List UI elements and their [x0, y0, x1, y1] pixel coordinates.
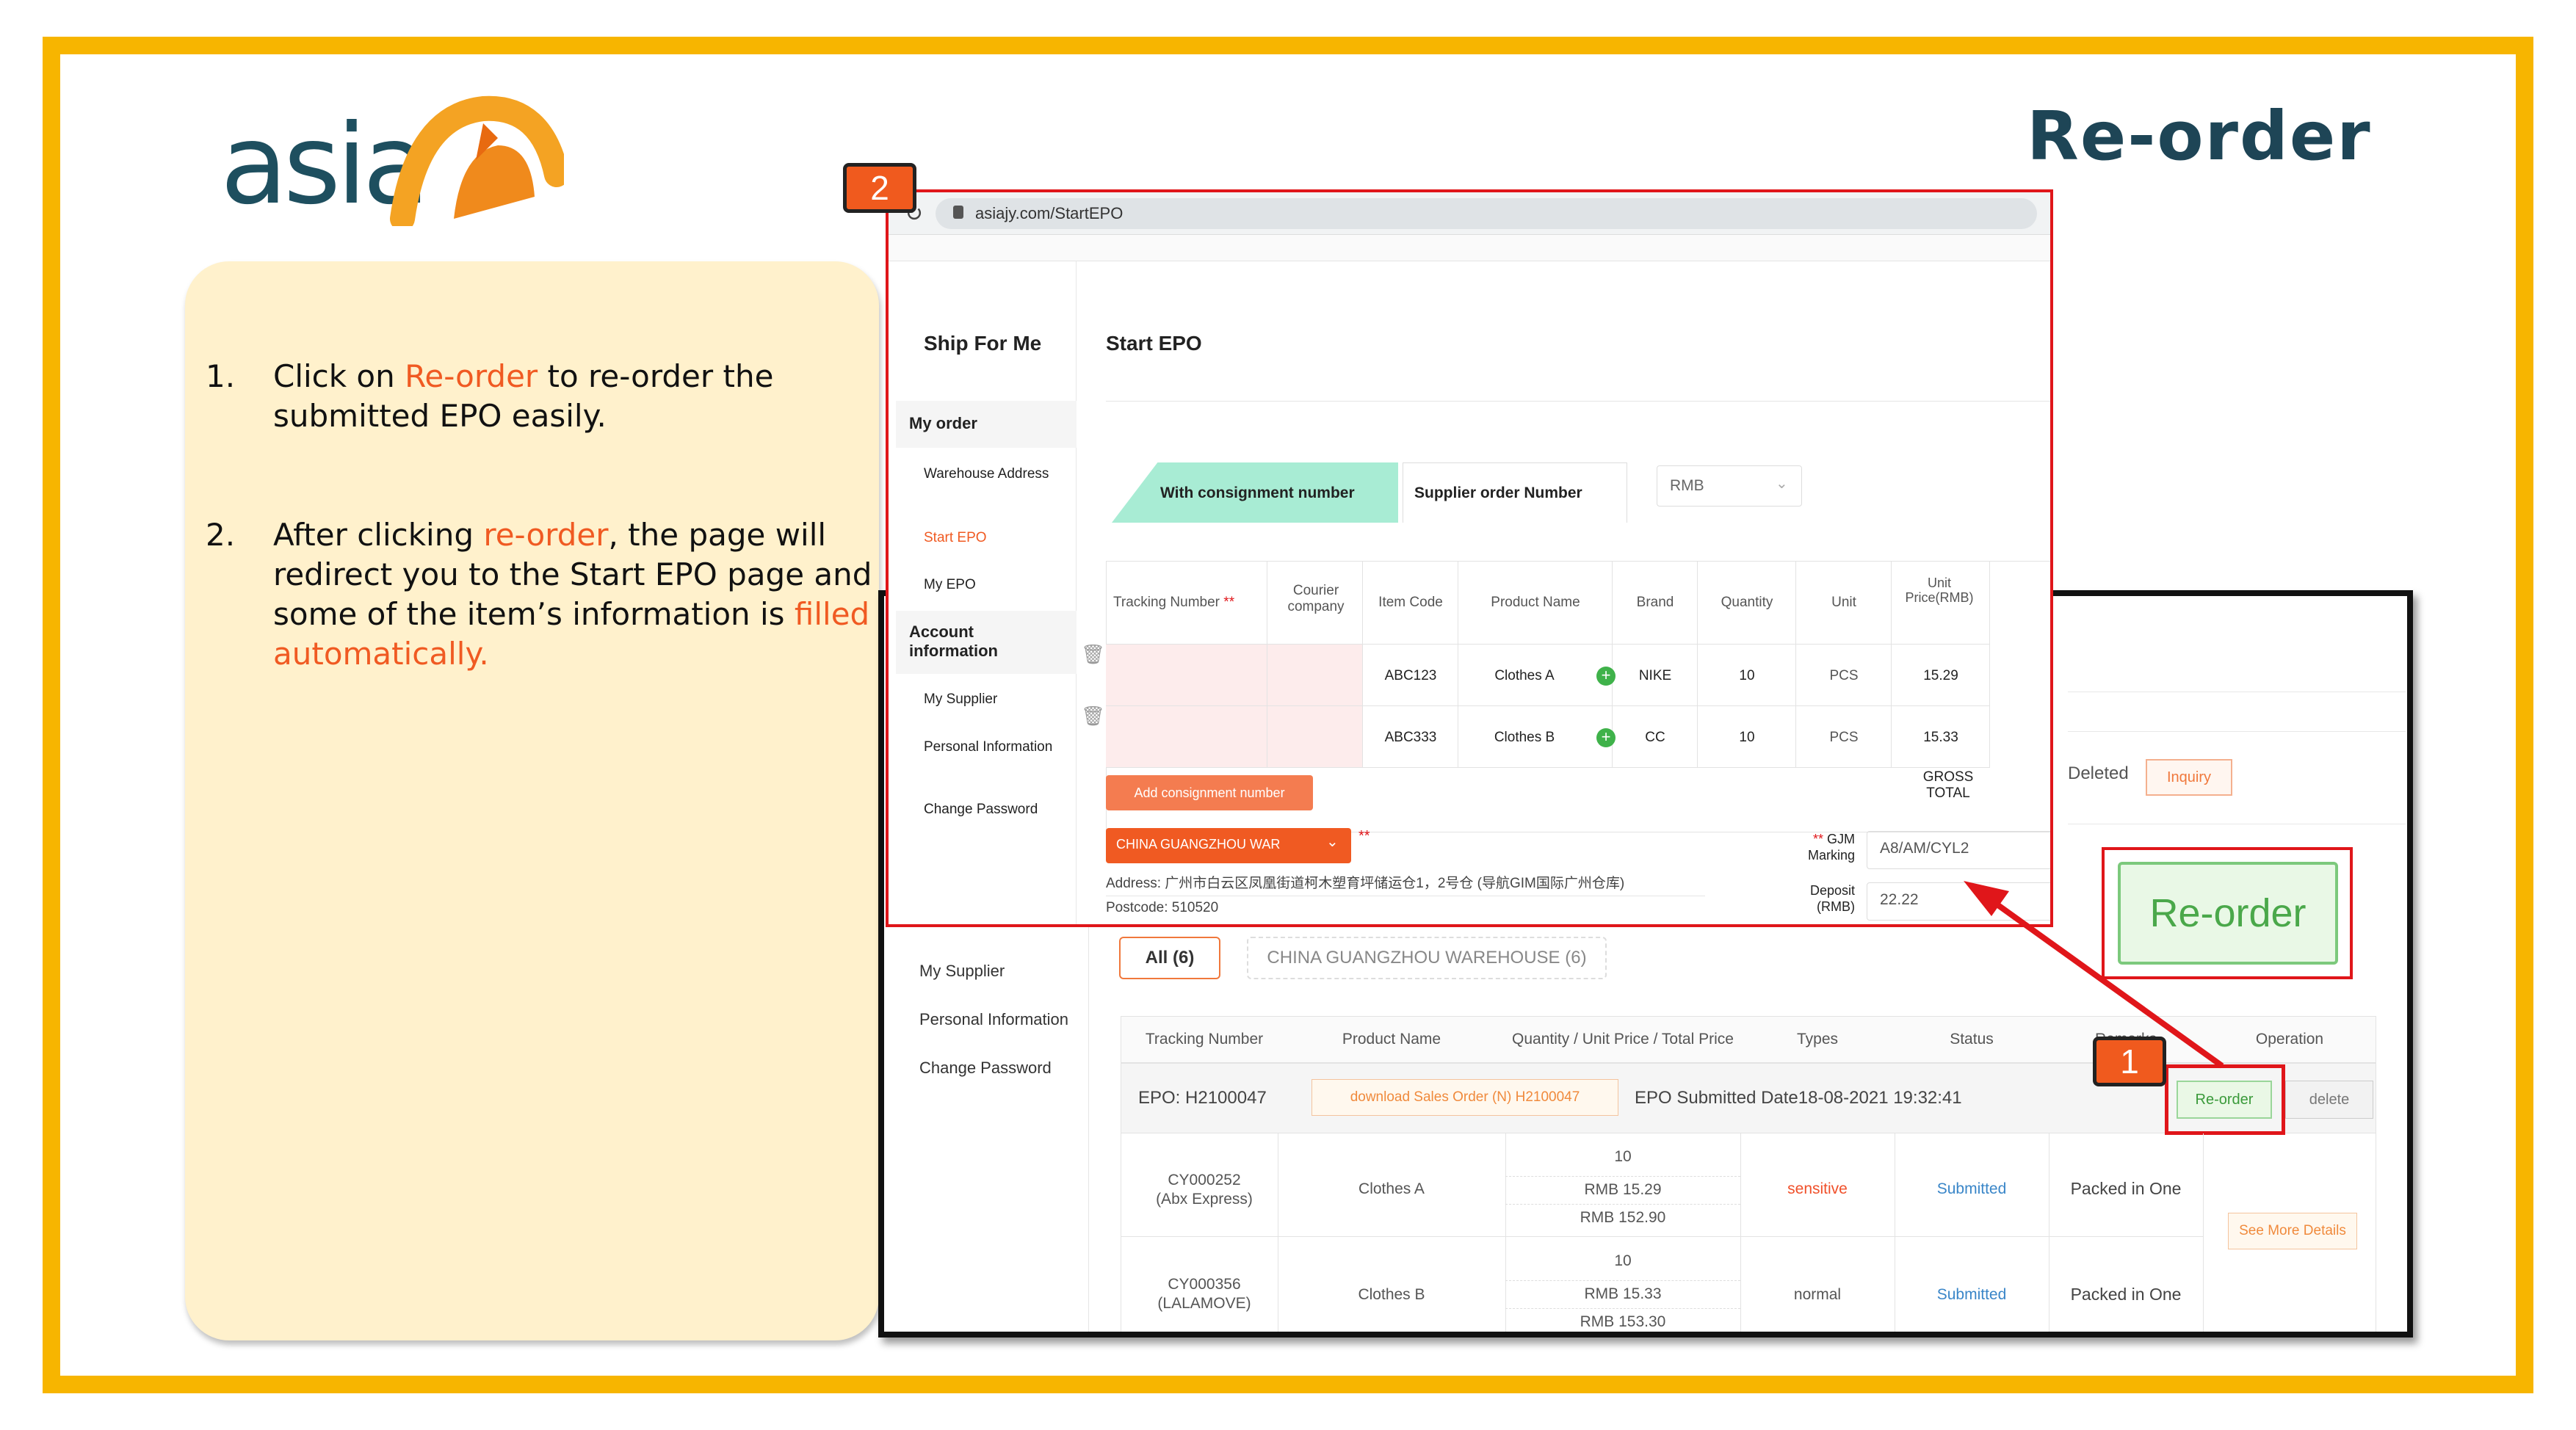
tab-supplier-order[interactable]: Supplier order Number — [1414, 484, 1582, 502]
row2-quantity[interactable]: 10 — [1698, 730, 1796, 746]
courier-input-1[interactable] — [1267, 645, 1363, 706]
row1-courier: (Abx Express) — [1156, 1191, 1253, 1208]
row1-product-name[interactable]: Clothes A — [1458, 668, 1591, 684]
step-text: After clicking — [273, 517, 484, 553]
sidebar-personal-info[interactable]: Personal Information — [924, 738, 1063, 756]
tab-warehouse[interactable]: CHINA GUANGZHOU WAREHOUSE (6) — [1247, 937, 1607, 979]
deposit-input[interactable]: 22.22 — [1880, 891, 1919, 909]
submitted-date: EPO Submitted Date18-08-2021 19:32:41 — [1635, 1088, 1962, 1108]
row2-item-code[interactable]: ABC333 — [1363, 730, 1458, 746]
row1-total: RMB 152.90 — [1505, 1204, 1740, 1227]
row2-product-name[interactable]: Clothes B — [1458, 730, 1591, 746]
row1-type: sensitive — [1787, 1180, 1848, 1197]
gross-total-label: GROSS TOTAL — [1922, 769, 1974, 801]
row1-remark: Packed in One — [2070, 1179, 2182, 1198]
url-bar[interactable]: asiajy.com/StartEPO — [975, 204, 1123, 223]
sidebar-warehouse-address[interactable]: Warehouse Address — [924, 465, 1063, 483]
deposit-label: Deposit (RMB) — [1809, 883, 1855, 914]
add-consignment-button[interactable]: Add consignment number — [1106, 775, 1313, 810]
sidebar-item-change-password[interactable]: Change Password — [919, 1059, 1052, 1078]
tracking-input-1[interactable] — [1106, 645, 1267, 706]
row2-courier: (LALAMOVE) — [1157, 1295, 1251, 1312]
see-more-details-button[interactable]: See More Details — [2228, 1213, 2357, 1249]
row2-type: normal — [1793, 1286, 1842, 1303]
row2-qty: 10 — [1614, 1252, 1632, 1269]
step-number: 1. — [206, 358, 236, 394]
step-text: Click on — [273, 358, 405, 394]
row1-quantity[interactable]: 10 — [1698, 668, 1796, 684]
download-sales-order-button[interactable]: download Sales Order (N) H2100047 — [1311, 1079, 1618, 1116]
col-unit-price: Unit Price(RMB) — [1905, 576, 1974, 605]
required-mark: ** — [1358, 828, 1370, 844]
sidebar-title: Ship For Me — [924, 332, 1042, 355]
row1-status: Submitted — [1936, 1180, 2007, 1197]
warehouse-address: Address: 广州市白云区凤凰街道柯木塑育坪储运仓1，2号仓 (导航GIM国… — [1106, 876, 1625, 891]
row2-remark: Packed in One — [2070, 1285, 2182, 1304]
sidebar-my-order[interactable]: My order — [909, 414, 977, 433]
sidebar-start-epo[interactable]: Start EPO — [924, 530, 987, 546]
chevron-down-icon: ⌄ — [1776, 476, 1788, 492]
row2-total: RMB 153.30 — [1505, 1308, 1740, 1331]
tracking-input-2[interactable] — [1106, 706, 1267, 768]
row1-qty: 10 — [1614, 1148, 1632, 1165]
sidebar-change-password[interactable]: Change Password — [924, 802, 1038, 818]
courier-input-2[interactable] — [1267, 706, 1363, 768]
step-number: 2. — [206, 517, 236, 553]
epo-number: EPO: H2100047 — [1138, 1088, 1267, 1108]
col-courier-company: Courier company — [1287, 583, 1345, 614]
col-unit: Unit — [1831, 595, 1856, 610]
col-qty-price: Quantity / Unit Price / Total Price — [1512, 1031, 1734, 1048]
step-badge-1: 1 — [2093, 1037, 2166, 1086]
row1-brand[interactable]: NIKE — [1613, 668, 1698, 684]
col-tracking: Tracking Number — [1145, 1031, 1264, 1048]
trash-icon[interactable]: 🗑 — [1081, 643, 1105, 666]
page-title: Re-order — [2027, 97, 2372, 175]
row2-brand[interactable]: CC — [1613, 730, 1698, 746]
trash-icon[interactable]: 🗑 — [1081, 705, 1105, 727]
col-tracking-number: Tracking Number ** — [1113, 595, 1235, 610]
inquiry-button[interactable]: Inquiry — [2146, 759, 2232, 796]
gjm-marking-label: ** GJM Marking — [1807, 832, 1855, 863]
row1-item-code[interactable]: ABC123 — [1363, 668, 1458, 684]
col-product: Product Name — [1342, 1031, 1441, 1048]
row1-price[interactable]: 15.29 — [1892, 668, 1990, 684]
logo-sun-icon — [390, 95, 564, 226]
start-epo-heading: Start EPO — [1106, 332, 1202, 355]
row2-tracking: CY000356 — [1168, 1276, 1241, 1293]
currency-select[interactable]: RMB — [1670, 477, 1704, 495]
row1-tracking: CY000252 — [1168, 1172, 1241, 1188]
row2-unit[interactable]: PCS — [1796, 730, 1892, 746]
row2-price[interactable]: 15.33 — [1892, 730, 1990, 746]
sidebar-item-my-supplier[interactable]: My Supplier — [919, 962, 1005, 981]
row2-status: Submitted — [1936, 1286, 2007, 1303]
gjm-marking-input[interactable]: A8/AM/CYL2 — [1880, 840, 1969, 857]
sidebar-account-info[interactable]: Account information — [909, 623, 1056, 661]
step-highlight: re-order — [483, 517, 609, 553]
sidebar-my-epo[interactable]: My EPO — [924, 577, 976, 593]
row2-product: Clothes B — [1358, 1286, 1425, 1303]
col-quantity: Quantity — [1721, 595, 1773, 610]
step-badge-2: 2 — [843, 163, 916, 213]
warehouse-postcode: Postcode: 510520 — [1106, 900, 1219, 915]
col-item-code: Item Code — [1378, 595, 1443, 610]
tab-all[interactable]: All (6) — [1119, 937, 1220, 979]
start-epo-screenshot: ↻ asiajy.com/StartEPO Ship For Me My ord… — [886, 189, 2053, 927]
col-types: Types — [1796, 1031, 1839, 1048]
row1-unit-price: RMB 15.29 — [1505, 1176, 1740, 1199]
sidebar-item-personal-info[interactable]: Personal Information — [919, 1010, 1068, 1029]
row1-product: Clothes A — [1358, 1180, 1425, 1197]
warehouse-select[interactable]: CHINA GUANGZHOU WAR — [1116, 837, 1280, 852]
col-product-name: Product Name — [1491, 595, 1580, 610]
lock-icon — [953, 206, 963, 219]
sidebar-my-supplier[interactable]: My Supplier — [924, 692, 997, 708]
chevron-down-icon: ⌄ — [1326, 834, 1339, 850]
row2-unit-price: RMB 15.33 — [1505, 1280, 1740, 1303]
row1-unit[interactable]: PCS — [1796, 668, 1892, 684]
delete-button[interactable]: delete — [2285, 1081, 2373, 1119]
step-highlight: Re-order — [405, 358, 538, 394]
tab-with-consignment[interactable]: With consignment number — [1160, 484, 1355, 502]
deleted-tab[interactable]: Deleted — [2068, 763, 2129, 784]
col-brand: Brand — [1636, 595, 1674, 610]
